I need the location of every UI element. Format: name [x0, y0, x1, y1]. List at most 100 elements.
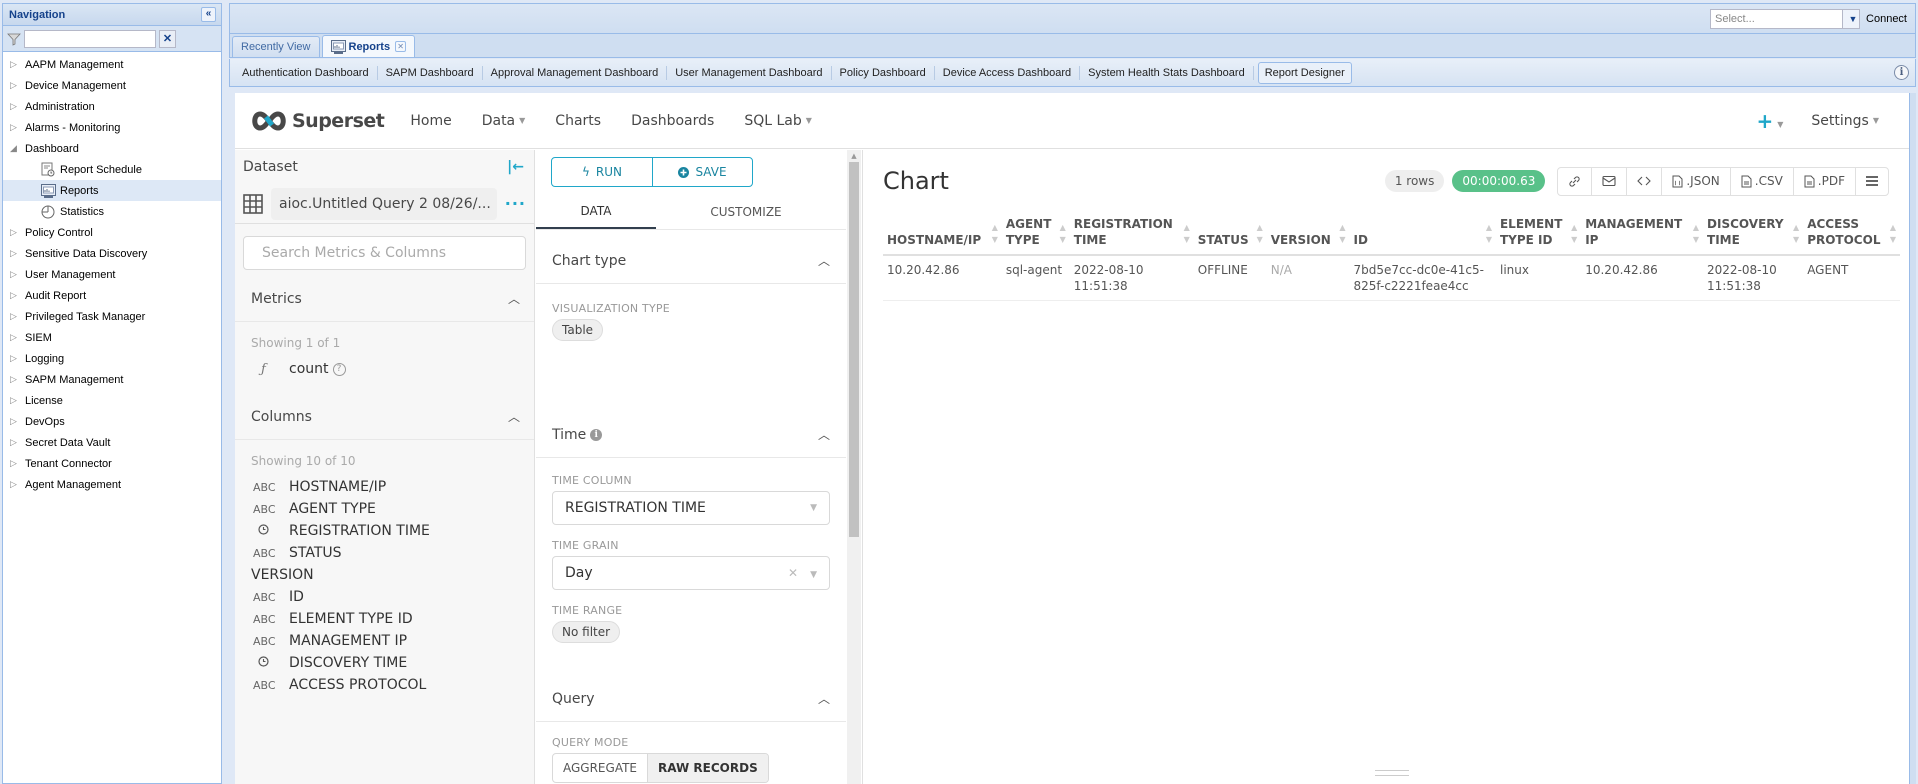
nav-item-user-management[interactable]: ▷ User Management: [3, 264, 221, 285]
subtab-system-health-stats-dashboard[interactable]: System Health Stats Dashboard: [1080, 65, 1254, 80]
column-item[interactable]: ABC MANAGEMENT IP: [235, 630, 534, 652]
csv-file-button[interactable]: .CSV: [1729, 167, 1793, 195]
sort-icon[interactable]: ▲ ▼: [1060, 222, 1066, 248]
sort-icon[interactable]: ▲ ▼: [1339, 222, 1345, 248]
column-header[interactable]: REGISTRATION TIME ▲ ▼: [1069, 212, 1194, 256]
collapsed-arrow-icon[interactable]: ▷: [10, 101, 20, 112]
clear-filter-button[interactable]: ✕: [159, 29, 176, 48]
json-file-button[interactable]: .JSON: [1661, 167, 1729, 195]
run-button[interactable]: ϟ RUN: [552, 158, 652, 186]
subtab-authentication-dashboard[interactable]: Authentication Dashboard: [234, 65, 378, 80]
resize-handle[interactable]: [1375, 770, 1409, 776]
sort-icon[interactable]: ▲ ▼: [1890, 222, 1896, 248]
help-icon[interactable]: ?: [332, 362, 346, 376]
nav-item-tenant-connector[interactable]: ▷ Tenant Connector: [3, 453, 221, 474]
collapsed-arrow-icon[interactable]: ▷: [10, 269, 20, 280]
sort-icon[interactable]: ▲ ▼: [1693, 222, 1699, 248]
nav-item-report-schedule[interactable]: Report Schedule: [3, 159, 221, 180]
nav-item-policy-control[interactable]: ▷ Policy Control: [3, 222, 221, 243]
column-item[interactable]: ABC ACCESS PROTOCOL: [235, 674, 534, 696]
settings-menu[interactable]: Settings ▼: [1811, 113, 1879, 129]
column-item[interactable]: REGISTRATION TIME: [235, 520, 534, 542]
connection-select[interactable]: Select... ▼: [1710, 9, 1861, 29]
menu-data[interactable]: Data ▼: [482, 113, 526, 129]
collapsed-arrow-icon[interactable]: ▷: [10, 416, 20, 427]
column-item[interactable]: DISCOVERY TIME: [235, 652, 534, 674]
collapsed-arrow-icon[interactable]: ▷: [10, 332, 20, 343]
nav-item-reports[interactable]: Reports: [3, 180, 221, 201]
tab-customize[interactable]: CUSTOMIZE: [656, 194, 836, 229]
query-section-header[interactable]: Query ︿: [536, 676, 846, 722]
time-column-select[interactable]: REGISTRATION TIME ▼: [552, 491, 830, 525]
column-header[interactable]: AGENT TYPE ▲ ▼: [1001, 212, 1070, 256]
menu-dashboards[interactable]: Dashboards: [631, 113, 714, 129]
subtab-report-designer[interactable]: Report Designer: [1257, 61, 1352, 84]
info-icon[interactable]: i: [590, 428, 603, 441]
pdf-file-button[interactable]: .PDF: [1792, 167, 1855, 195]
collapsed-arrow-icon[interactable]: ▷: [10, 311, 20, 322]
superset-logo[interactable]: Superset: [250, 110, 385, 132]
column-item[interactable]: ABC ID: [235, 586, 534, 608]
collapse-dataset-panel-icon[interactable]: |←: [507, 159, 524, 175]
subtab-device-access-dashboard[interactable]: Device Access Dashboard: [935, 65, 1081, 80]
sort-icon[interactable]: ▲ ▼: [1793, 222, 1799, 248]
nav-item-agent-management[interactable]: ▷ Agent Management: [3, 474, 221, 495]
menu-home[interactable]: Home: [410, 113, 451, 129]
time-grain-select[interactable]: Day ✕ ▼: [552, 556, 830, 590]
menu-sql-lab[interactable]: SQL Lab ▼: [744, 113, 812, 129]
tab-reports[interactable]: Reports ✕: [321, 35, 416, 57]
dataset-name[interactable]: aioc.Untitled Query 2 08/26/...: [271, 187, 497, 220]
chevron-up-icon[interactable]: ︿: [818, 252, 830, 269]
dataset-more-options-icon[interactable]: ···: [505, 194, 526, 213]
clear-icon[interactable]: ✕: [788, 566, 798, 580]
sort-icon[interactable]: ▲ ▼: [1184, 222, 1190, 248]
nav-item-administration[interactable]: ▷ Administration: [3, 96, 221, 117]
subtab-sapm-dashboard[interactable]: SAPM Dashboard: [378, 65, 483, 80]
info-icon[interactable]: i: [1894, 65, 1909, 80]
column-header[interactable]: MANAGEMENT IP ▲ ▼: [1581, 212, 1704, 256]
column-header[interactable]: ID ▲ ▼: [1349, 212, 1496, 256]
column-header[interactable]: HOSTNAME/IP ▲ ▼: [883, 212, 1002, 256]
collapsed-arrow-icon[interactable]: ▷: [10, 248, 20, 259]
column-item[interactable]: ABC AGENT TYPE: [235, 498, 534, 520]
sort-icon[interactable]: ▲ ▼: [992, 222, 998, 248]
close-tab-icon[interactable]: ✕: [395, 41, 407, 52]
sort-icon[interactable]: ▲ ▼: [1486, 222, 1492, 248]
column-header[interactable]: VERSION ▲ ▼: [1266, 212, 1350, 256]
sort-icon[interactable]: ▲ ▼: [1571, 222, 1577, 248]
scroll-up-arrow-icon[interactable]: ▲: [847, 150, 861, 162]
subtab-user-management-dashboard[interactable]: User Management Dashboard: [667, 65, 832, 80]
nav-item-alarms-monitoring[interactable]: ▷ Alarms - Monitoring: [3, 117, 221, 138]
metrics-section-header[interactable]: Metrics ︿: [235, 276, 534, 322]
expanded-arrow-icon[interactable]: ◢: [10, 143, 20, 154]
nav-item-logging[interactable]: ▷ Logging: [3, 348, 221, 369]
query-mode-raw-records[interactable]: RAW RECORDS: [647, 754, 768, 782]
nav-item-statistics[interactable]: Statistics: [3, 201, 221, 222]
collapsed-arrow-icon[interactable]: ▷: [10, 458, 20, 469]
nav-item-aapm-management[interactable]: ▷ AAPM Management: [3, 54, 221, 75]
chevron-down-icon[interactable]: ▼: [1842, 10, 1860, 28]
collapsed-arrow-icon[interactable]: ▷: [10, 395, 20, 406]
scrollbar-thumb[interactable]: [849, 162, 859, 537]
nav-item-privileged-task-manager[interactable]: ▷ Privileged Task Manager: [3, 306, 221, 327]
collapsed-arrow-icon[interactable]: ▷: [10, 353, 20, 364]
nav-item-sapm-management[interactable]: ▷ SAPM Management: [3, 369, 221, 390]
tab-recently-view[interactable]: Recently View: [232, 36, 320, 57]
collapsed-arrow-icon[interactable]: ▷: [10, 290, 20, 301]
embed-code-button[interactable]: [1626, 167, 1661, 195]
time-range-selector[interactable]: No filter: [552, 621, 621, 643]
chart-title[interactable]: Chart: [883, 167, 949, 195]
collapsed-arrow-icon[interactable]: ▷: [10, 227, 20, 238]
search-metrics-columns-input[interactable]: Search Metrics & Columns: [243, 236, 526, 270]
collapsed-arrow-icon[interactable]: ▷: [10, 437, 20, 448]
subtab-approval-management-dashboard[interactable]: Approval Management Dashboard: [483, 65, 668, 80]
subtab-policy-dashboard[interactable]: Policy Dashboard: [832, 65, 935, 80]
column-header[interactable]: ELEMENT TYPE ID ▲ ▼: [1495, 212, 1582, 256]
save-button[interactable]: SAVE: [652, 158, 752, 186]
chevron-up-icon[interactable]: ︿: [818, 690, 830, 707]
email-button[interactable]: [1591, 167, 1626, 195]
navigation-filter-input[interactable]: [24, 29, 156, 48]
nav-item-license[interactable]: ▷ License: [3, 390, 221, 411]
nav-item-device-management[interactable]: ▷ Device Management: [3, 75, 221, 96]
nav-item-secret-data-vault[interactable]: ▷ Secret Data Vault: [3, 432, 221, 453]
